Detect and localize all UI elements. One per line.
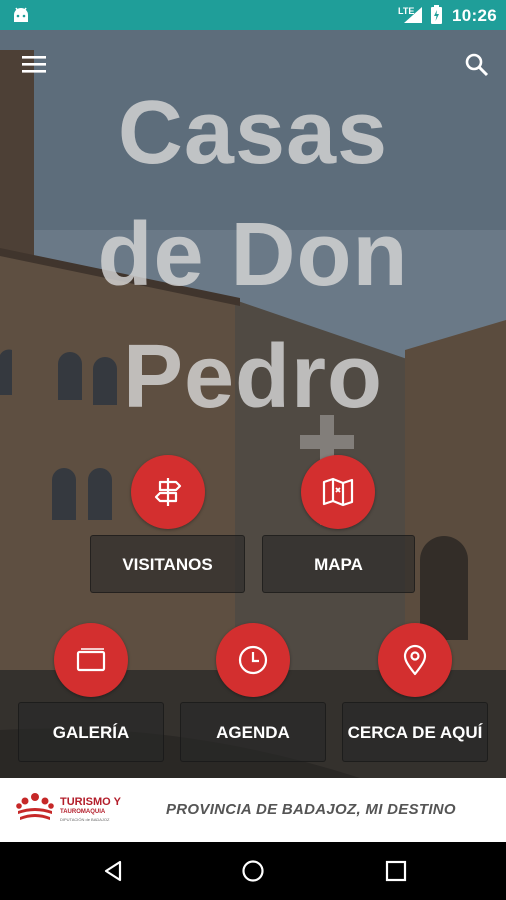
cerca-label: CERCA DE AQUÍ [347, 723, 483, 742]
cerca-circle[interactable] [378, 623, 452, 697]
android-icon [14, 7, 28, 22]
visitanos-label: VISITANOS [122, 555, 213, 574]
location-pin-icon [403, 644, 427, 676]
signal-icon [404, 7, 422, 23]
clock: 10:26 [452, 6, 497, 25]
hero-background: Casas de Don Pedro VISITANOS MAPA GALERÍ… [0, 30, 506, 778]
logo-title: TURISMO Y [60, 796, 121, 808]
mapa-button[interactable]: MAPA [262, 535, 415, 593]
footer-tagline: PROVINCIA DE BADAJOZ, MI DESTINO [166, 801, 456, 818]
town-title: Casas de Don Pedro [0, 72, 506, 438]
back-icon[interactable] [101, 859, 125, 883]
gallery-icon [76, 648, 106, 672]
galeria-button[interactable]: GALERÍA [18, 702, 164, 762]
title-line-1: Casas [117, 83, 389, 183]
battery-icon [431, 5, 442, 24]
agenda-circle[interactable] [216, 623, 290, 697]
logo-subtitle: TAUROMAQUIA [60, 809, 106, 815]
status-bar: LTE 10:26 [0, 0, 506, 30]
system-nav-bar [0, 842, 506, 900]
agenda-label: AGENDA [216, 723, 290, 742]
visitanos-button[interactable]: VISITANOS [90, 535, 245, 593]
title-line-2: de Don [97, 205, 409, 305]
signpost-icon [154, 478, 182, 506]
title-line-3: Pedro [122, 327, 384, 427]
visitanos-circle[interactable] [131, 455, 205, 529]
galeria-label: GALERÍA [52, 723, 130, 742]
diputacion-logo-icon [16, 793, 54, 820]
galeria-circle[interactable] [54, 623, 128, 697]
agenda-button[interactable]: AGENDA [180, 702, 326, 762]
map-icon [322, 477, 354, 507]
home-icon[interactable] [241, 859, 265, 883]
mapa-circle[interactable] [301, 455, 375, 529]
cerca-button[interactable]: CERCA DE AQUÍ [342, 702, 488, 762]
logo-caption: DIPUTACIÓN de BADAJOZ [60, 817, 110, 822]
footer-banner: TURISMO Y TAUROMAQUIA DIPUTACIÓN de BADA… [0, 778, 506, 842]
clock-icon [238, 645, 268, 675]
menu-icon[interactable] [22, 54, 48, 74]
mapa-label: MAPA [314, 555, 363, 574]
recents-icon[interactable] [384, 859, 408, 883]
